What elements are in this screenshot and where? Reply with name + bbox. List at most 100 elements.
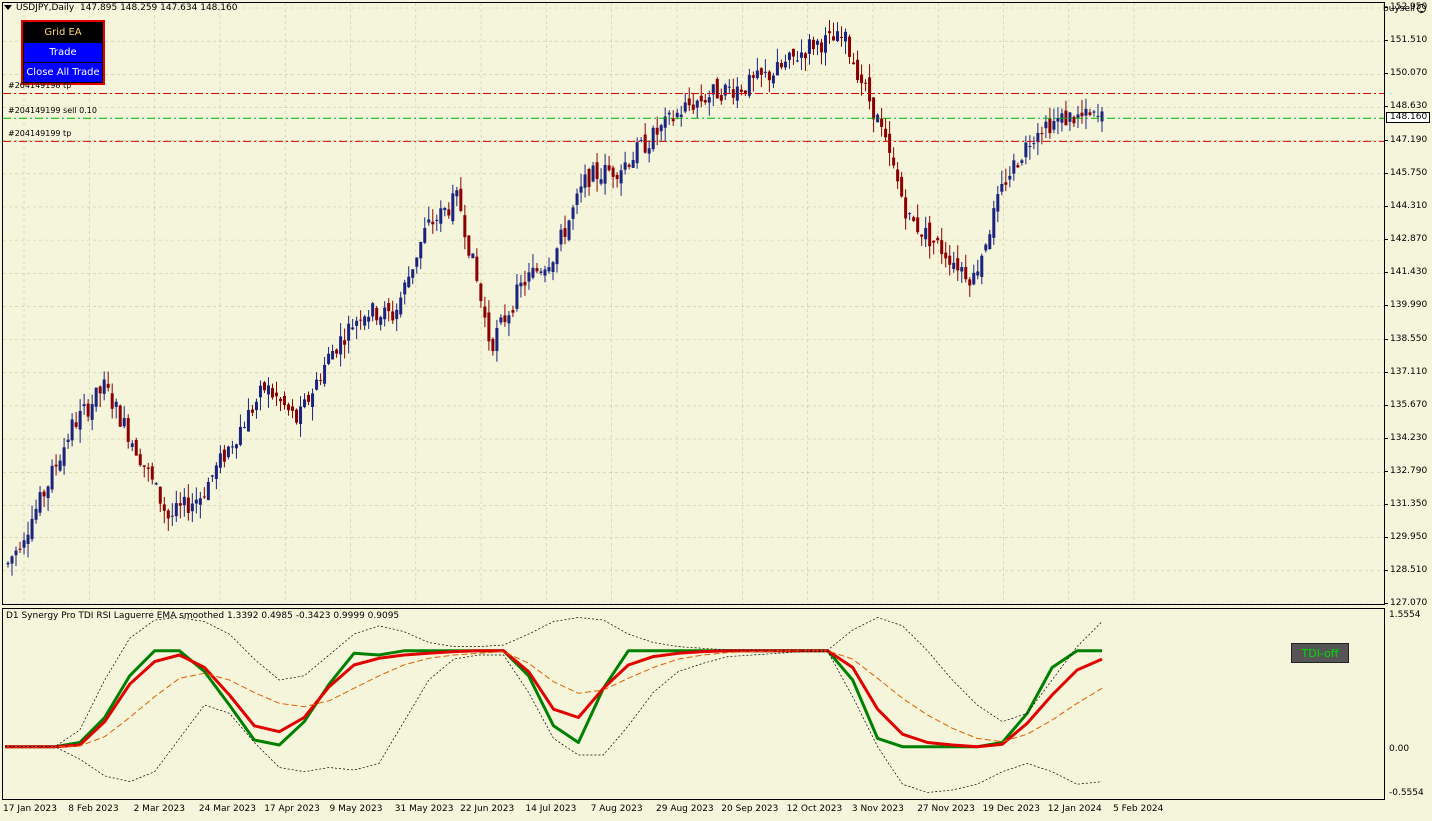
candle xyxy=(515,274,519,312)
time-tick-label: 31 May 2023 xyxy=(394,804,454,814)
candle-body xyxy=(238,426,242,445)
indicator-title: D1 Synergy Pro TDI RSI Laguerre EMA smoo… xyxy=(6,611,400,621)
candle xyxy=(912,215,916,222)
candle xyxy=(266,377,270,408)
candle-body xyxy=(1076,114,1080,118)
candle xyxy=(988,229,992,250)
candle xyxy=(6,561,10,568)
candle-body xyxy=(42,491,46,497)
candle xyxy=(34,499,38,524)
candle-body xyxy=(246,410,250,432)
trade-button[interactable]: Trade xyxy=(24,43,102,62)
candle xyxy=(206,477,210,501)
candle-body xyxy=(651,127,655,150)
time-tick-label: 27 Nov 2023 xyxy=(917,804,975,814)
candle-body xyxy=(355,320,359,326)
candle-body xyxy=(872,97,876,120)
candle xyxy=(996,185,1000,223)
candle xyxy=(106,371,110,392)
ind-axis-label-bottom: -0.5554 xyxy=(1389,788,1424,798)
candle xyxy=(1084,98,1088,130)
indicator-window[interactable] xyxy=(2,608,1385,800)
candle xyxy=(807,34,811,65)
candle xyxy=(575,188,579,215)
close-all-trade-button[interactable]: Close All Trade xyxy=(24,63,102,82)
candle-body xyxy=(583,174,587,188)
candle-body xyxy=(210,475,214,477)
candle xyxy=(1028,135,1032,160)
symbol-label: USDJPY,Daily xyxy=(16,3,75,13)
candle-body xyxy=(840,36,844,38)
candle-body xyxy=(611,167,615,177)
candle-body xyxy=(992,208,996,238)
candle-body xyxy=(707,97,711,103)
candle xyxy=(1060,108,1064,132)
candle-body xyxy=(415,257,419,267)
price-tick-mark xyxy=(1385,7,1388,8)
candle xyxy=(335,348,339,358)
candle xyxy=(307,391,311,406)
tdi-off-button[interactable]: TDI-off xyxy=(1291,643,1349,663)
candle-body xyxy=(74,422,78,427)
price-tick-label: 127.070 xyxy=(1390,598,1428,608)
candle-body xyxy=(66,439,70,443)
candle-body xyxy=(884,128,888,138)
candle xyxy=(711,83,715,107)
candle-body xyxy=(519,282,523,287)
candle xyxy=(331,344,335,360)
candle xyxy=(848,34,852,64)
candle xyxy=(222,444,226,468)
candle xyxy=(339,323,343,367)
candle xyxy=(936,235,940,244)
candle-body xyxy=(395,309,399,320)
candle-body xyxy=(26,534,30,545)
price-tick-label: 128.510 xyxy=(1390,564,1428,575)
candle-body xyxy=(214,465,218,479)
candle-body xyxy=(932,240,936,243)
candle xyxy=(759,67,763,88)
candle xyxy=(270,383,274,400)
candle-body xyxy=(856,59,860,81)
candle xyxy=(932,240,936,255)
candle xyxy=(884,118,888,141)
candle xyxy=(283,391,287,410)
candle-body xyxy=(110,393,114,409)
price-tick-mark xyxy=(1385,603,1388,604)
candle-body xyxy=(791,48,795,57)
candle xyxy=(1024,135,1028,165)
candle-body xyxy=(759,68,763,75)
price-tick-label: 139.990 xyxy=(1390,300,1428,311)
candle-body xyxy=(339,336,343,355)
candle-body xyxy=(948,255,952,265)
candle xyxy=(1064,100,1068,126)
candle xyxy=(194,487,198,514)
candle xyxy=(230,440,234,454)
candle xyxy=(495,319,499,362)
candle-body xyxy=(1036,132,1040,143)
candle-body xyxy=(1000,183,1004,192)
time-tick-label: 22 Jun 2023 xyxy=(460,804,515,814)
candle-body xyxy=(258,385,262,398)
candle xyxy=(491,337,495,356)
time-tick-label: 14 Jul 2023 xyxy=(525,804,577,814)
grid-ea-button[interactable]: Grid EA xyxy=(24,23,102,42)
price-tick-mark xyxy=(1385,404,1388,406)
candle-body xyxy=(174,503,178,517)
candle-body xyxy=(479,283,483,302)
candle xyxy=(447,202,451,219)
price-chart[interactable] xyxy=(2,2,1385,605)
current-price-tag: 148.160 xyxy=(1386,112,1430,124)
candle-body xyxy=(50,465,54,490)
candle xyxy=(1048,107,1052,139)
candle-body xyxy=(1040,133,1044,135)
candle xyxy=(940,227,944,264)
dropdown-triangle-icon[interactable] xyxy=(4,5,12,10)
candle-body xyxy=(407,276,411,288)
candle-body xyxy=(250,409,254,413)
candle xyxy=(908,212,912,221)
time-tick-label: 5 Feb 2024 xyxy=(1113,804,1164,814)
candle-body xyxy=(295,409,299,423)
candle-body xyxy=(443,208,447,211)
candle-body xyxy=(631,159,635,168)
candle xyxy=(924,216,928,248)
